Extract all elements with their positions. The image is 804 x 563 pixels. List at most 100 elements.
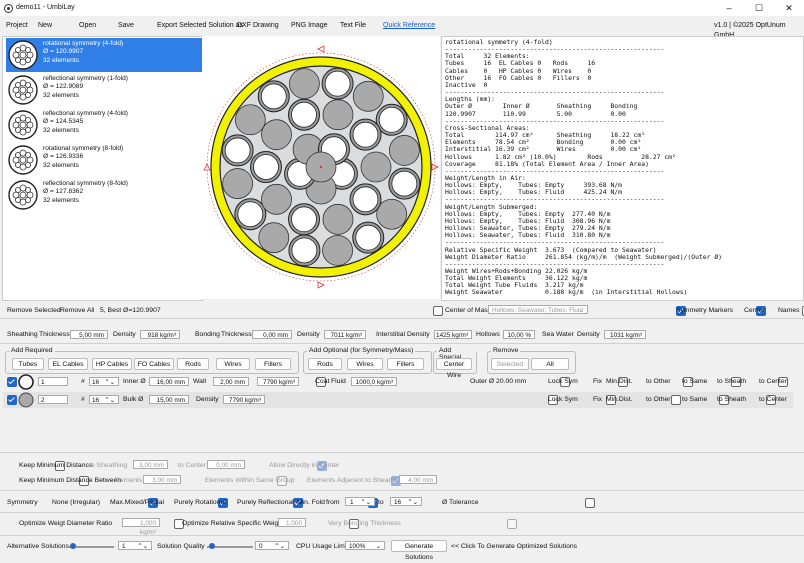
png-export-button[interactable]: PNG Image	[287, 21, 332, 31]
hollows-input[interactable]: 10,00 %	[503, 330, 535, 339]
sheathing-density-input[interactable]: 918 kg/m³	[140, 330, 180, 339]
solution-name: rotational symmetry (8-fold)	[43, 145, 124, 152]
center-of-mass-label: Center of Mass	[445, 307, 492, 314]
optimize-rsw-input[interactable]: 1,000	[278, 518, 306, 527]
hollows-select[interactable]: Hollows: Seawater, Tubes: Fluid ⌄	[488, 305, 588, 314]
window-title: demo11 - UmbiLay	[16, 4, 75, 11]
maximize-icon[interactable]: ☐	[744, 2, 774, 14]
wall-input[interactable]: 2,00 mm	[213, 377, 249, 386]
solution-diameter: Ø = 124.5345	[43, 118, 84, 126]
symmetry-marker-top	[317, 45, 325, 53]
sea-water-density-input[interactable]: 1031 kg/m³	[604, 330, 646, 339]
to-stepper[interactable]: 16 ⌃⌄	[390, 497, 422, 506]
alternative-solutions-stepper[interactable]: 1 ⌃⌄	[118, 541, 152, 550]
row-enable-checkbox[interactable]	[7, 377, 17, 387]
add-fillers-button[interactable]: Fillers	[255, 358, 291, 370]
remove-selected-group-button[interactable]: Selected	[491, 358, 529, 370]
new-button[interactable]: New	[34, 21, 56, 31]
bonding-density-input[interactable]: 7011 kg/m³	[324, 330, 366, 339]
adjacent-sheath-input[interactable]: 4,00 mm	[399, 475, 437, 484]
minimize-icon[interactable]: –	[714, 2, 744, 14]
element-row-rods[interactable]: 2 # 16 ⌃⌄ Bulk Ø 15,00 mm Density 7790 kg…	[3, 392, 793, 408]
elements-input[interactable]: 3,00 mm	[143, 475, 181, 484]
text-export-button[interactable]: Text File	[336, 21, 370, 31]
solution-count: 32 elements	[43, 56, 79, 64]
solution-item[interactable]: rotational symmetry (8-fold) Ø = 126.9336…	[6, 143, 202, 177]
lock-sym-label: Lock Sym	[548, 396, 578, 403]
fix-label: Fix	[593, 378, 603, 385]
add-optional-fillers-button[interactable]: Fillers	[387, 358, 424, 370]
close-icon[interactable]: ✕	[774, 2, 804, 14]
remove-all-group-button[interactable]: All	[531, 358, 569, 370]
row-symmetry-stepper[interactable]: 16 ⌃⌄	[89, 377, 119, 386]
center-of-mass-checkbox[interactable]	[433, 306, 443, 316]
quick-reference-link[interactable]: Quick Reference	[379, 21, 439, 31]
diameter-tolerance-checkbox[interactable]	[585, 498, 596, 508]
bulk-diameter-input[interactable]: 15,00 mm	[149, 395, 189, 404]
add-optional-rods-button[interactable]: Rods	[308, 358, 342, 370]
add-el-cables-button[interactable]: EL Cables	[48, 358, 88, 370]
add-fo-cables-button[interactable]: FO Cables	[134, 358, 174, 370]
to-sheathing-input[interactable]: 3,00 mm	[133, 460, 168, 469]
center-wire-button[interactable]: Center Wire	[436, 358, 472, 379]
solution-item[interactable]: reflectional symmetry (4-fold) Ø = 124.53…	[6, 108, 202, 142]
row-symmetry-stepper[interactable]: 16 ⌃⌄	[89, 395, 119, 404]
rod-density-input[interactable]: 7790 kg/m³	[223, 395, 265, 404]
row-qty-input[interactable]: 2	[38, 395, 68, 404]
to-label: to	[378, 499, 384, 506]
sheathing-thickness-label: Thickness	[39, 331, 70, 338]
project-menu[interactable]: Project	[2, 21, 32, 31]
add-rods-button[interactable]: Rods	[177, 358, 209, 370]
rod-element	[289, 68, 320, 100]
from-stepper[interactable]: 1 ⌃⌄	[345, 497, 375, 506]
to-other-checkbox[interactable]	[670, 395, 681, 405]
remove-all-button[interactable]: Remove All	[60, 307, 94, 314]
optimize-wdr-label: Optimize Weigt Diameter Ratio	[19, 520, 113, 527]
interstitial-density-label: Density	[407, 331, 430, 338]
save-button[interactable]: Save	[114, 21, 138, 31]
alternative-solutions-slider[interactable]	[68, 543, 114, 549]
slider-handle[interactable]	[70, 543, 76, 549]
add-tubes-button[interactable]: Tubes	[12, 358, 44, 370]
to-other-label: to Other	[646, 378, 671, 385]
sheathing-thickness-input[interactable]: 5,00 mm	[70, 330, 108, 339]
solution-quality-slider[interactable]	[207, 543, 253, 549]
tube-density-input[interactable]: 7790 kg/m³	[257, 377, 299, 386]
fluid-density-input[interactable]: 1000,0 kg/m³	[351, 377, 397, 386]
solution-item[interactable]: rotational symmetry (4-fold) Ø = 120.9907…	[6, 38, 202, 72]
bonding-thickness-input[interactable]: 0,00 mm	[252, 330, 292, 339]
within-group-label: Elements Within Same Group	[205, 477, 295, 484]
add-required-title: Add Required	[9, 347, 55, 354]
generate-solutions-button[interactable]: Generate Solutions	[391, 540, 447, 561]
wall-label: Wall	[193, 378, 206, 385]
solution-item[interactable]: reflectional symmetry (1-fold) Ø = 122.90…	[6, 73, 202, 107]
inner-diameter-label: Inner Ø	[123, 378, 146, 385]
alternative-solutions-label: Alternative Solutions	[7, 543, 69, 550]
purely-rotational-label: Purely Rotational	[174, 499, 226, 506]
remove-selected-button[interactable]: Remove Selected	[7, 307, 61, 314]
row-qty-input[interactable]: 1	[38, 377, 68, 386]
open-button[interactable]: Open	[75, 21, 100, 31]
cpu-usage-label: CPU Usage Limit	[296, 543, 349, 550]
tube-bore	[391, 170, 418, 197]
to-center-opt-input[interactable]: 0,00 mm	[207, 460, 245, 469]
interstitial-density-input[interactable]: 1425 kg/m³	[434, 330, 472, 339]
inner-diameter-input[interactable]: 16,00 mm	[149, 377, 189, 386]
add-hp-cables-button[interactable]: HP Cables	[92, 358, 132, 370]
element-row-tubes[interactable]: 1 # 16 ⌃⌄ Inner Ø 16,00 mm Wall 2,00 mm 7…	[3, 374, 793, 390]
add-optional-wires-button[interactable]: Wires	[347, 358, 383, 370]
optimize-wdr-input[interactable]: 1,000 kg/m²	[122, 518, 160, 536]
row-enable-checkbox[interactable]	[7, 395, 17, 405]
very-bonding-checkbox[interactable]	[507, 519, 518, 529]
tube-bore	[291, 101, 317, 128]
cross-section-canvas[interactable]	[202, 36, 440, 299]
dxf-export-button[interactable]: DXF Drawing	[233, 21, 283, 31]
tube-bore	[291, 206, 317, 233]
cpu-usage-select[interactable]: 100% ⌄	[345, 541, 385, 550]
solution-thumbnail	[8, 180, 38, 210]
divider	[0, 318, 804, 319]
slider-handle[interactable]	[209, 543, 215, 549]
solution-quality-stepper[interactable]: 0 ⌃⌄	[255, 541, 289, 550]
add-wires-button[interactable]: Wires	[216, 358, 250, 370]
solution-item[interactable]: reflectional symmetry (8-fold) Ø = 127.83…	[6, 178, 202, 212]
